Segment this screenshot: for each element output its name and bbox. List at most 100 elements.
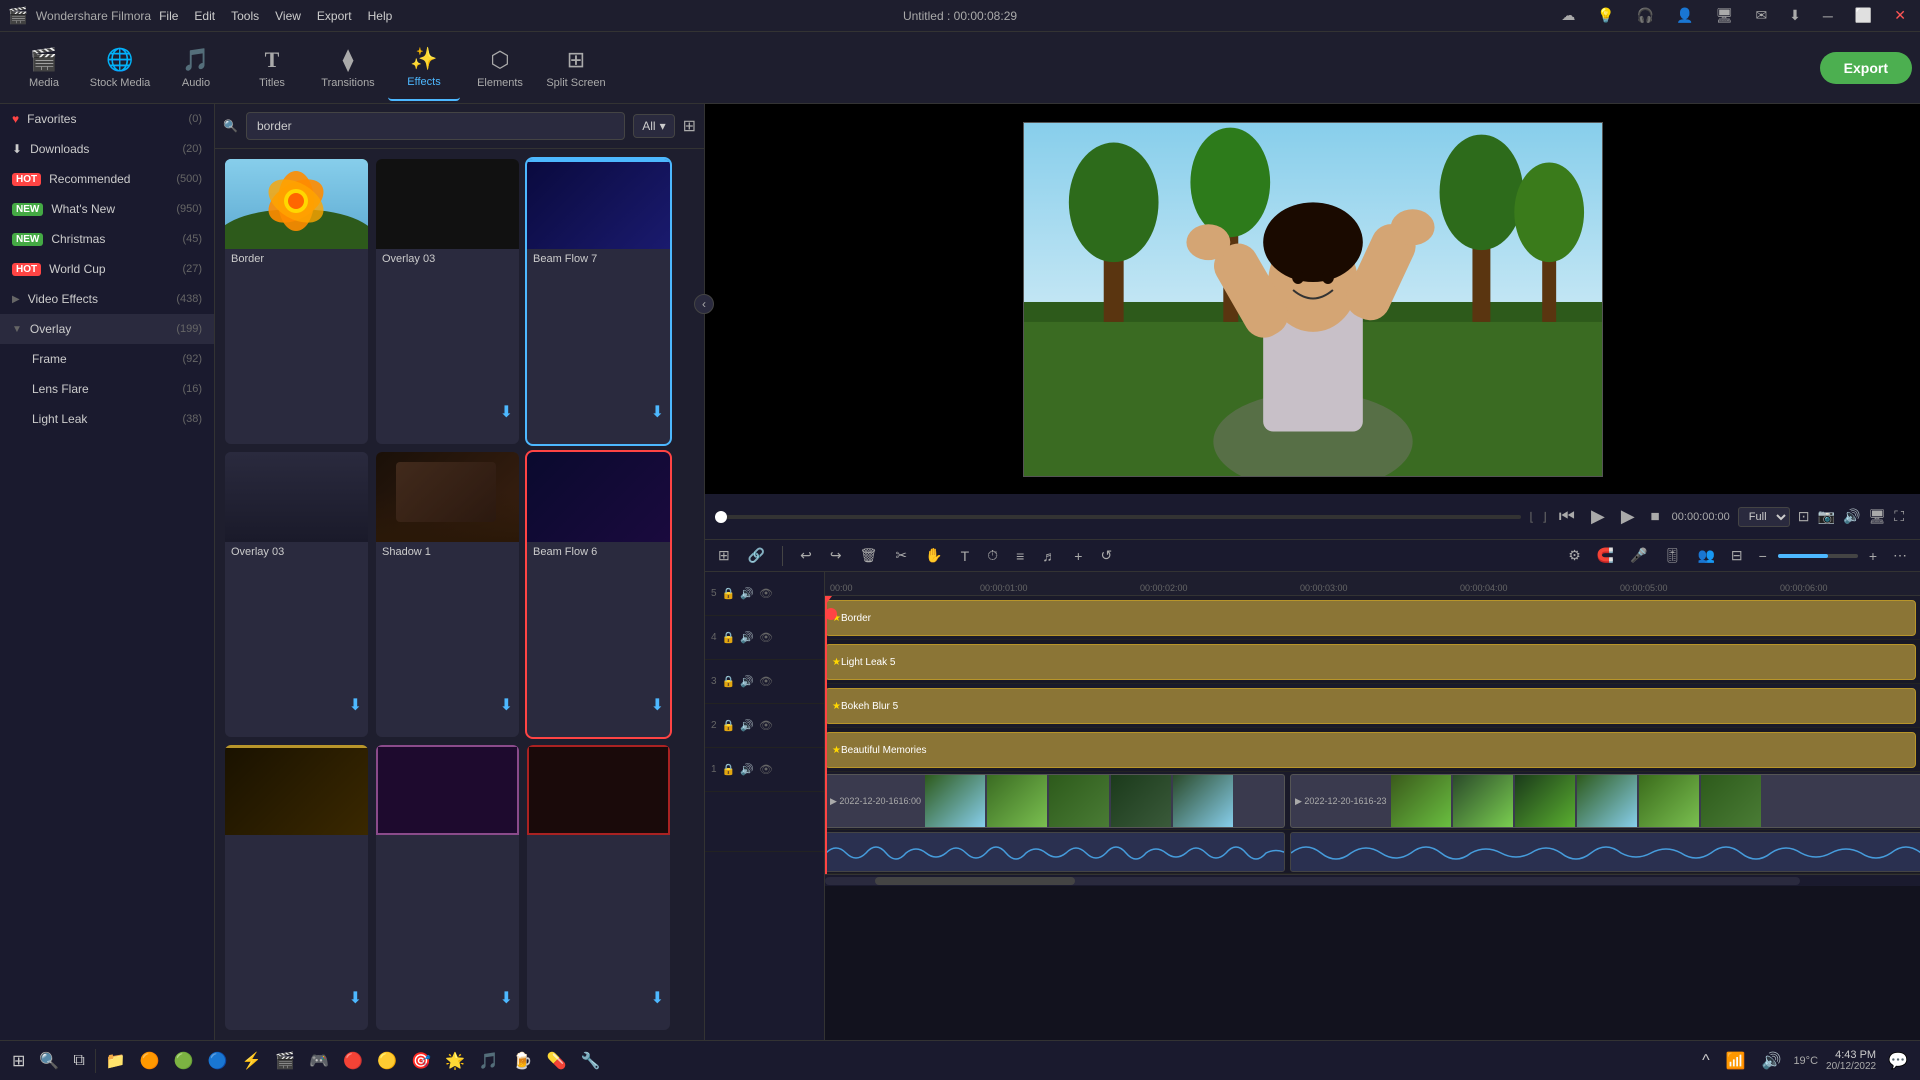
track-3-audio[interactable]: 🔊 xyxy=(739,674,755,689)
toolbar-audio[interactable]: 🎵 Audio xyxy=(160,35,232,101)
app-10-button[interactable]: 🎯 xyxy=(407,1047,435,1075)
scroll-thumb[interactable] xyxy=(875,877,1075,885)
effect-card-beamflow6[interactable]: Beam Flow 6 ⬇ xyxy=(527,452,670,737)
sidebar-item-lens-flare[interactable]: Lens Flare (16) xyxy=(0,374,214,404)
timer-tool[interactable]: ⏱ xyxy=(982,544,1003,567)
rotate-tool[interactable]: ↺ xyxy=(1095,544,1117,567)
quality-select[interactable]: Full 1/2 1/4 xyxy=(1738,507,1790,527)
effect-card-overlay03b[interactable]: Overlay 03 ⬇ xyxy=(225,452,368,737)
toolbar-transitions[interactable]: ⧫ Transitions xyxy=(312,35,384,101)
collab-btn[interactable]: 👥 xyxy=(1692,544,1719,567)
app-13-button[interactable]: 🍺 xyxy=(509,1047,537,1075)
track-1-audio[interactable]: 🔊 xyxy=(739,762,755,777)
effect-card-border[interactable]: Border xyxy=(225,159,368,444)
more-btn[interactable]: ⋯ xyxy=(1888,544,1912,567)
zoom-slider[interactable] xyxy=(1778,554,1858,558)
export-button[interactable]: Export xyxy=(1820,52,1912,84)
fullscreen-icon[interactable]: ⛶ xyxy=(1894,508,1904,525)
audio-clip-2[interactable] xyxy=(1290,832,1920,872)
effect-card-7[interactable]: ⬇ xyxy=(225,745,368,1030)
timeline-link[interactable]: 🔗 xyxy=(743,544,770,567)
toolbar-effects[interactable]: ✨ Effects xyxy=(388,35,460,101)
user-btn[interactable]: 👤 xyxy=(1670,5,1699,26)
start-button[interactable]: ⊞ xyxy=(8,1047,29,1075)
snapshot-icon[interactable]: 📷 xyxy=(1818,508,1835,525)
sidebar-item-overlay[interactable]: ▼ Overlay (199) xyxy=(0,314,214,344)
track-2-eye[interactable]: 👁 xyxy=(758,718,774,733)
clip-border[interactable]: ★ Border xyxy=(825,600,1916,636)
menu-tools[interactable]: Tools xyxy=(231,9,259,23)
screen-btn[interactable]: 🖥 xyxy=(1710,5,1740,26)
track-1-eye[interactable]: 👁 xyxy=(758,762,774,777)
audio-clip-1[interactable] xyxy=(825,832,1285,872)
track-3-eye[interactable]: 👁 xyxy=(758,674,774,689)
menu-help[interactable]: Help xyxy=(368,9,393,23)
mail-btn[interactable]: ✉ xyxy=(1749,5,1773,26)
audio-tool[interactable]: ♬ xyxy=(1037,545,1061,567)
sidebar-item-downloads[interactable]: ⬇ Downloads (20) xyxy=(0,134,214,164)
app-8-button[interactable]: 🔴 xyxy=(339,1047,367,1075)
stop-button[interactable]: ⏹ xyxy=(1647,502,1664,531)
network-icon[interactable]: 📶 xyxy=(1722,1047,1750,1075)
sidebar-item-recommended[interactable]: HOT Recommended (500) xyxy=(0,164,214,194)
toolbar-media[interactable]: 🎬 Media xyxy=(8,35,80,101)
undo-button[interactable]: ↩ xyxy=(795,544,817,567)
fit-screen-icon[interactable]: ⊡ xyxy=(1798,508,1810,525)
zoom-in-btn[interactable]: + xyxy=(1864,545,1882,567)
track-2-lock[interactable]: 🔒 xyxy=(721,718,737,733)
toolbar-titles[interactable]: T Titles xyxy=(236,35,308,101)
zoom-out-btn[interactable]: − xyxy=(1754,545,1772,567)
mix-btn[interactable]: 🎚 xyxy=(1659,544,1687,567)
hand-tool[interactable]: ✋ xyxy=(920,544,947,567)
app-12-button[interactable]: 🎵 xyxy=(475,1047,503,1075)
track-2-audio[interactable]: 🔊 xyxy=(739,718,755,733)
track-3-lock[interactable]: 🔒 xyxy=(721,674,737,689)
app-14-button[interactable]: 💊 xyxy=(543,1047,571,1075)
volume-icon[interactable]: 🔊 xyxy=(1843,508,1860,525)
clip-bokeh-blur[interactable]: ★ Bokeh Blur 5 xyxy=(825,688,1916,724)
task-view-button[interactable]: ⧉ xyxy=(69,1048,88,1074)
app-9-button[interactable]: 🟡 xyxy=(373,1047,401,1075)
sidebar-item-video-effects[interactable]: ▶ Video Effects (438) xyxy=(0,284,214,314)
clip-light-leak[interactable]: ★ Light Leak 5 xyxy=(825,644,1916,680)
app-3-button[interactable]: 🟢 xyxy=(170,1047,198,1075)
menu-export[interactable]: Export xyxy=(317,9,352,23)
notifications-button[interactable]: 💬 xyxy=(1884,1047,1912,1075)
bulb-btn[interactable]: 💡 xyxy=(1591,5,1620,26)
effect-card-8[interactable]: ⬇ xyxy=(376,745,519,1030)
toolbar-stock-media[interactable]: 🌐 Stock Media xyxy=(84,35,156,101)
track-1-lock[interactable]: 🔒 xyxy=(721,762,737,777)
track-4-eye[interactable]: 👁 xyxy=(758,630,774,645)
file-explorer-button[interactable]: 📁 xyxy=(102,1047,130,1075)
track-4-lock[interactable]: 🔒 xyxy=(721,630,737,645)
search-taskbar-button[interactable]: 🔍 xyxy=(35,1047,63,1075)
maximize-btn[interactable]: ⬜ xyxy=(1849,5,1878,26)
effect-card-shadow1[interactable]: Shadow 1 ⬇ xyxy=(376,452,519,737)
cloud-btn[interactable]: ☁ xyxy=(1555,5,1581,26)
effect-card-overlay03a[interactable]: Overlay 03 ⬇ xyxy=(376,159,519,444)
track-area[interactable]: 00:00 00:00:01:00 00:00:02:00 00:00:03:0… xyxy=(825,572,1920,1040)
timeline-add-media[interactable]: ⊞ xyxy=(713,544,735,567)
snap-btn[interactable]: 🧲 xyxy=(1592,544,1619,567)
app-2-button[interactable]: 🟠 xyxy=(136,1047,164,1075)
timeline-scrollbar[interactable] xyxy=(825,874,1920,886)
render-icon[interactable]: 🖥 xyxy=(1868,508,1886,525)
plus-tool[interactable]: + xyxy=(1069,545,1087,567)
app-7-button[interactable]: 🎮 xyxy=(305,1047,333,1075)
effect-card-9[interactable]: ⬇ xyxy=(527,745,670,1030)
collapse-panel-button[interactable]: ‹ xyxy=(694,294,714,314)
play-button[interactable]: ▶ xyxy=(1587,502,1609,531)
track-5-lock[interactable]: 🔒 xyxy=(721,586,737,601)
split-btn[interactable]: ⊟ xyxy=(1726,544,1748,567)
cut-button[interactable]: ✂ xyxy=(890,544,912,567)
sidebar-item-frame[interactable]: Frame (92) xyxy=(0,344,214,374)
minimize-btn[interactable]: ─ xyxy=(1817,6,1839,26)
sidebar-item-world-cup[interactable]: HOT World Cup (27) xyxy=(0,254,214,284)
app-15-button[interactable]: 🔧 xyxy=(577,1047,605,1075)
volume-taskbar-icon[interactable]: 🔊 xyxy=(1758,1047,1786,1075)
delete-button[interactable]: 🗑 xyxy=(855,544,883,567)
settings-tool[interactable]: ≡ xyxy=(1011,545,1029,567)
app-11-button[interactable]: 🌟 xyxy=(441,1047,469,1075)
app-5-button[interactable]: ⚡ xyxy=(237,1047,265,1075)
menu-edit[interactable]: Edit xyxy=(194,9,215,23)
